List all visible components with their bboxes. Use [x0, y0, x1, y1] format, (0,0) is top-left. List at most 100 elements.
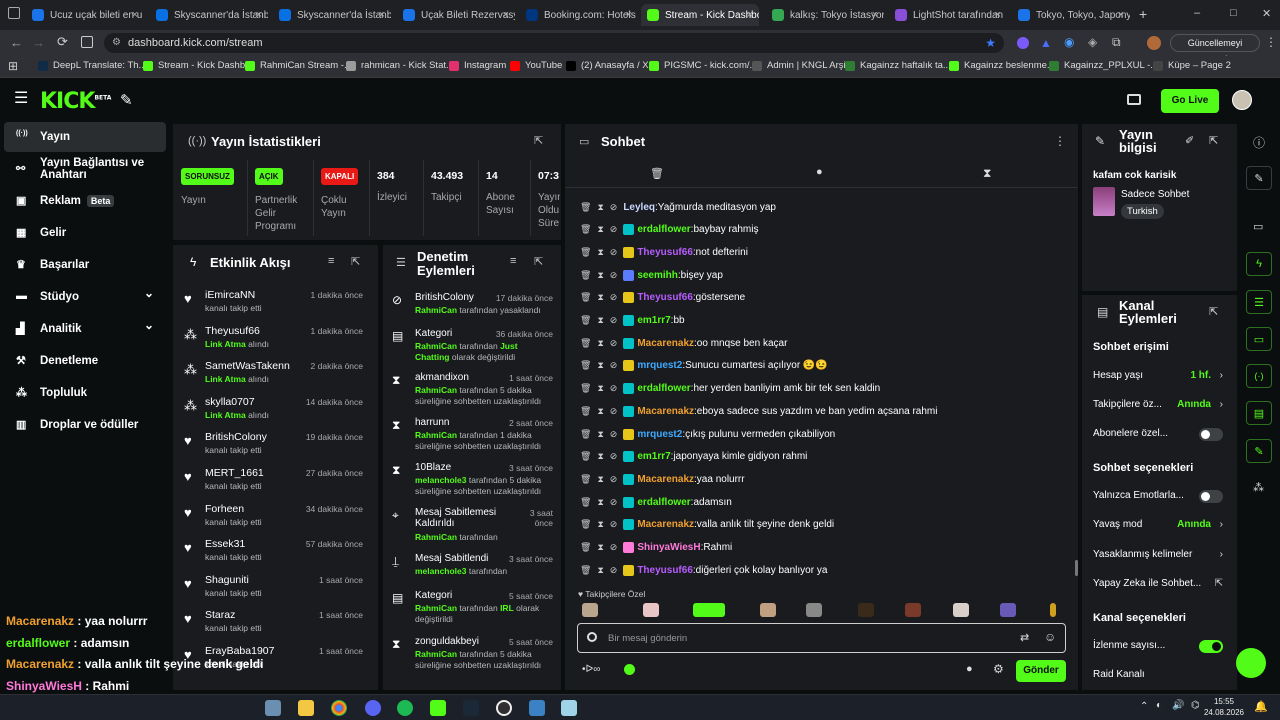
- emote-icon[interactable]: [1000, 603, 1016, 617]
- extension-icon[interactable]: ▲: [1040, 36, 1052, 50]
- followers-only-row[interactable]: Takipçilere öz... Anında ›: [1093, 396, 1223, 414]
- emote-icon[interactable]: [760, 603, 776, 617]
- emote-icon[interactable]: [1050, 603, 1056, 617]
- emotes-only-row[interactable]: Yalnızca Emotlarla...: [1093, 487, 1223, 505]
- minimize-icon[interactable]: –: [1194, 7, 1200, 19]
- timeout-icon[interactable]: ⧗: [597, 383, 603, 394]
- url-field[interactable]: ⚙ dashboard.kick.com/stream ★: [104, 33, 1004, 53]
- chat-bubble-icon[interactable]: ●: [816, 166, 823, 178]
- delete-icon[interactable]: 🗑: [580, 338, 591, 349]
- delete-icon[interactable]: 🗑: [580, 292, 591, 303]
- info-icon[interactable]: ⓘ: [1253, 134, 1265, 151]
- sidebar-item-moderation[interactable]: ⚒ Denetleme: [4, 346, 166, 376]
- browser-tab[interactable]: Uçak Bileti Rezervasy ×: [397, 4, 515, 26]
- delete-icon[interactable]: 🗑: [580, 497, 591, 508]
- emote-icon[interactable]: [953, 603, 969, 617]
- bookmark-star-icon[interactable]: ★: [985, 33, 996, 53]
- volume-icon[interactable]: 🔊: [1172, 700, 1184, 711]
- raid-row[interactable]: Raid Kanalı: [1093, 666, 1223, 684]
- viewer-count-row[interactable]: İzlenme sayısı...: [1093, 637, 1223, 655]
- delete-icon[interactable]: 🗑: [580, 360, 591, 371]
- bookmark-item[interactable]: Kagainzz haftalık ta...: [845, 60, 951, 71]
- rail-chat-button[interactable]: ▭: [1246, 327, 1272, 351]
- chat-username[interactable]: erdalflower: [637, 224, 690, 235]
- kick-logo[interactable]: KICKBETA: [40, 89, 111, 114]
- bookmark-item[interactable]: PIGSMC - kick.com/...: [649, 60, 757, 71]
- timeout-icon[interactable]: ⧗: [597, 429, 603, 440]
- chat-username[interactable]: Macarenakz: [637, 406, 694, 417]
- chat-username[interactable]: em1rr7: [637, 451, 670, 462]
- bookmark-item[interactable]: rahmican - Kick Stat...: [346, 60, 454, 71]
- new-tab-icon[interactable]: +: [1139, 6, 1147, 22]
- timeout-icon[interactable]: ⧗: [597, 224, 603, 235]
- slow-mode-row[interactable]: Yavaş mod Anında ›: [1093, 516, 1223, 534]
- ban-icon[interactable]: ⊘: [610, 292, 618, 303]
- close-tab-icon[interactable]: ×: [872, 9, 878, 21]
- translate-icon[interactable]: ⇄: [1020, 631, 1029, 644]
- tray-chevron-icon[interactable]: ⌃: [1140, 701, 1148, 712]
- chat-username[interactable]: em1rr7: [637, 315, 670, 326]
- browser-tab[interactable]: Booking.com: Hotels ×: [520, 4, 638, 26]
- side-panel-icon[interactable]: [81, 36, 93, 48]
- hourglass-icon[interactable]: ⧗: [983, 166, 991, 181]
- taskbar-app-icon[interactable]: [529, 700, 545, 716]
- chat-menu-icon[interactable]: ⋮: [1054, 134, 1066, 148]
- reload-icon[interactable]: ⟳: [57, 34, 68, 50]
- browser-tab[interactable]: Tokyo, Tokyo, Japony ×: [1012, 4, 1130, 26]
- sidebar-item-revenue[interactable]: ▦ Gelir: [4, 218, 166, 248]
- taskbar-app-icon[interactable]: [265, 700, 281, 716]
- delete-icon[interactable]: 🗑: [580, 224, 591, 235]
- close-tab-icon[interactable]: ×: [379, 9, 385, 21]
- clock[interactable]: 15:55 24.08.2026: [1203, 696, 1245, 718]
- timeout-icon[interactable]: ⧗: [597, 451, 603, 462]
- ban-icon[interactable]: ⊘: [610, 497, 618, 508]
- browser-tab[interactable]: kalkış: Tokyo İstasyon ×: [766, 4, 884, 26]
- ban-icon[interactable]: ⊘: [610, 224, 618, 235]
- extension-icon[interactable]: ◉: [1064, 35, 1074, 49]
- chat-username[interactable]: ShinyaWiesH: [637, 542, 700, 553]
- update-button[interactable]: Güncellemeyi tamamla: [1170, 34, 1260, 64]
- kick-coin-icon[interactable]: [624, 664, 635, 675]
- browser-tab[interactable]: LightShot tarafından ×: [889, 4, 1007, 26]
- close-tab-icon[interactable]: ×: [626, 9, 632, 21]
- go-live-button[interactable]: Go Live: [1161, 89, 1219, 113]
- delete-icon[interactable]: 🗑: [580, 383, 591, 394]
- hamburger-menu-icon[interactable]: ☰: [14, 91, 28, 107]
- filter-icon[interactable]: ≡: [510, 255, 516, 267]
- back-icon[interactable]: ←: [10, 35, 23, 50]
- banned-words-row[interactable]: Yasaklanmış kelimeler ›: [1093, 546, 1223, 564]
- forward-icon[interactable]: →: [32, 35, 45, 50]
- delete-icon[interactable]: 🗑: [580, 406, 591, 417]
- delete-icon[interactable]: 🗑: [580, 315, 591, 326]
- bookmark-item[interactable]: Instagram: [449, 60, 506, 71]
- ban-icon[interactable]: ⊘: [610, 202, 618, 213]
- ban-icon[interactable]: ⊘: [610, 338, 618, 349]
- send-button[interactable]: Gönder: [1016, 660, 1066, 682]
- apps-grid-icon[interactable]: ⊞: [8, 59, 18, 73]
- sidebar-item-broadcast[interactable]: ((·)) Yayın: [4, 122, 166, 152]
- bookmark-item[interactable]: Admin | KNGL Arşiv: [752, 60, 850, 71]
- rail-stats-button[interactable]: (·): [1246, 364, 1272, 388]
- bookmark-item[interactable]: (2) Anasayfa / X: [566, 60, 649, 71]
- connection-icon[interactable]: •ᐅ∞: [582, 664, 600, 675]
- emotes-only-toggle[interactable]: [1199, 490, 1223, 503]
- network-icon[interactable]: ⌬: [1191, 700, 1200, 711]
- chat-username[interactable]: Theyusuf66: [637, 247, 693, 258]
- chat-scrollbar[interactable]: [1075, 560, 1078, 576]
- obs-icon[interactable]: [496, 700, 512, 716]
- emote-icon[interactable]: [905, 603, 921, 617]
- account-age-row[interactable]: Hesap yaşı 1 hf. ›: [1093, 367, 1223, 385]
- delete-icon[interactable]: 🗑: [580, 270, 591, 281]
- chat-username[interactable]: seemihh: [637, 270, 678, 281]
- menu-dots-icon[interactable]: ⋮: [1265, 35, 1277, 49]
- browser-tab[interactable]: Skyscanner'da İstanb ×: [150, 4, 268, 26]
- sidebar-item-trophy[interactable]: ♛ Başarılar: [4, 250, 166, 280]
- popout-icon[interactable]: ⇱: [351, 255, 360, 268]
- rail-activity-button[interactable]: ϟ: [1246, 252, 1272, 276]
- close-tab-icon[interactable]: ×: [132, 9, 138, 21]
- subs-only-row[interactable]: Abonelere özel...: [1093, 425, 1223, 443]
- viewer-count-toggle[interactable]: [1199, 640, 1223, 653]
- chat-bubble-icon[interactable]: ●: [966, 663, 973, 675]
- delete-icon[interactable]: 🗑: [580, 474, 591, 485]
- delete-icon[interactable]: 🗑: [580, 247, 591, 258]
